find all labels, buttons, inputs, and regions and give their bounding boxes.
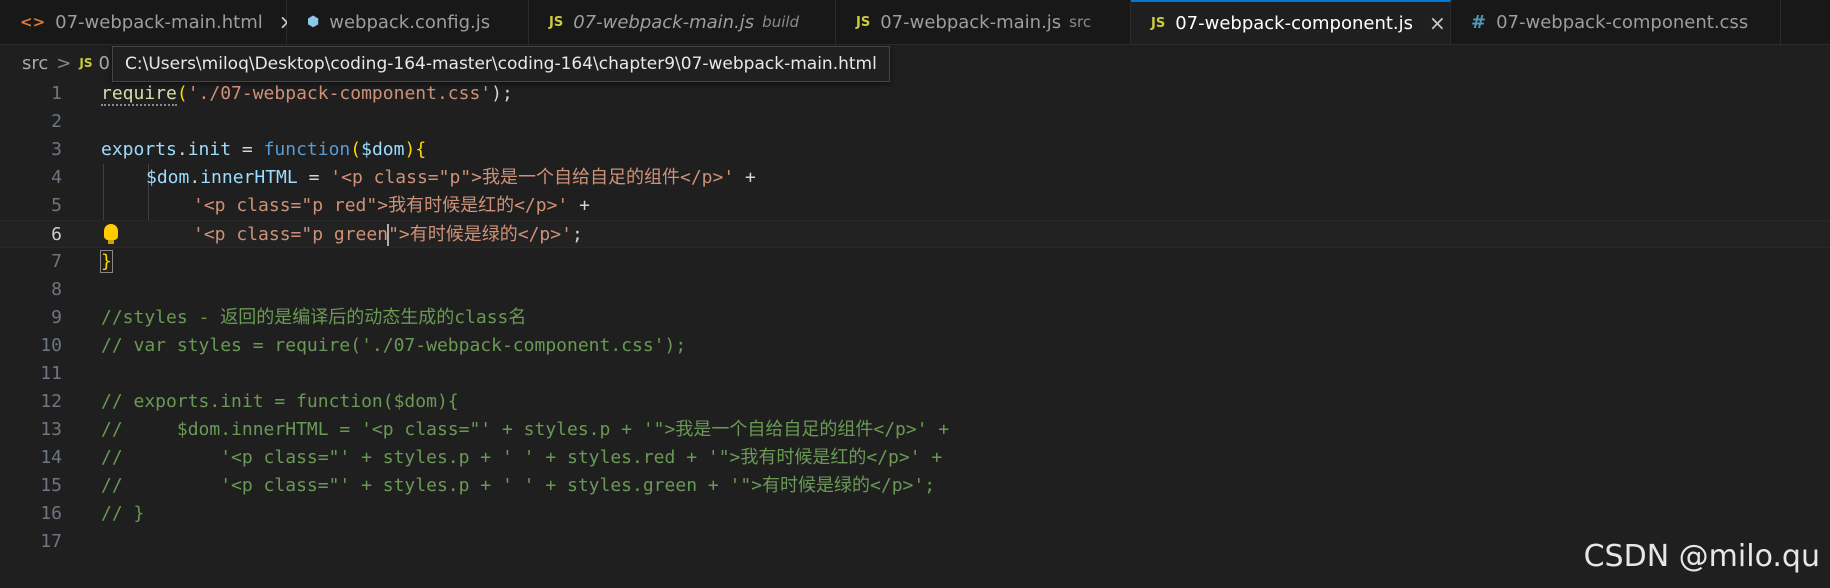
line-number: 9 (51, 307, 62, 328)
code-line: 2 (0, 108, 1830, 136)
js-file-icon: JS (79, 56, 93, 70)
js-file-icon: JS (856, 14, 871, 30)
html-file-icon: <> (20, 13, 46, 31)
code-line: 4 $dom.innerHTML = '<p class="p">我是一个自给自… (0, 164, 1830, 192)
lightbulb-icon[interactable] (104, 224, 118, 244)
tab-label: 07-webpack-main.html (55, 11, 263, 33)
js-file-icon: JS (549, 14, 564, 30)
js-file-icon: JS (1151, 15, 1166, 31)
chevron-right-icon: > (56, 52, 72, 74)
close-icon[interactable]: × (1429, 11, 1446, 35)
code-comment: // } (101, 503, 145, 524)
code-line: 1 require('./07-webpack-component.css'); (0, 80, 1830, 108)
line-number: 7 (51, 251, 62, 272)
line-number: 6 (51, 224, 62, 245)
tab-label: 07-webpack-component.css (1496, 11, 1749, 33)
line-number: 3 (51, 139, 62, 160)
code-line-current: 6 '<p class="p green">有时候是绿的</p>'; (0, 220, 1830, 248)
code-comment: // var styles = require('./07-webpack-co… (101, 335, 687, 356)
tab-07-webpack-component-css[interactable]: # 07-webpack-component.css (1451, 0, 1781, 44)
code-line: 9 //styles - 返回的是编译后的动态生成的class名 (0, 304, 1830, 332)
line-number: 10 (40, 335, 62, 356)
code-comment: // $dom.innerHTML = '<p class="' + style… (101, 419, 950, 440)
breadcrumb-src[interactable]: src (22, 53, 48, 74)
code-line: 12 // exports.init = function($dom){ (0, 388, 1830, 416)
code-line: 3 exports.init = function($dom){ (0, 136, 1830, 164)
tab-07-webpack-main-html[interactable]: <> 07-webpack-main.html × (0, 0, 296, 44)
css-file-icon: # (1471, 11, 1487, 33)
code-comment: // '<p class="' + styles.p + ' ' + style… (101, 447, 943, 468)
code-text: $dom.innerHTML = '<p class="p">我是一个自给自足的… (146, 167, 756, 188)
code-comment: //styles - 返回的是编译后的动态生成的class名 (101, 307, 527, 328)
code-text: exports.init = function($dom){ (101, 139, 427, 160)
code-line: 8 (0, 276, 1830, 304)
line-number: 5 (51, 195, 62, 216)
line-number: 8 (51, 279, 62, 300)
code-comment: // '<p class="' + styles.p + ' ' + style… (101, 475, 936, 496)
code-text: '<p class="p green">有时候是绿的</p>'; (193, 224, 583, 246)
line-number: 1 (51, 83, 62, 104)
code-line: 13 // $dom.innerHTML = '<p class="' + st… (0, 416, 1830, 444)
code-line: 7 } (0, 248, 1830, 276)
code-line: 16 // } (0, 500, 1830, 528)
line-number: 11 (40, 363, 62, 384)
tab-label: 07-webpack-main.js (573, 11, 755, 33)
line-number: 4 (51, 167, 62, 188)
code-text: } (100, 250, 113, 273)
line-number: 17 (40, 531, 62, 552)
tab-label: webpack.config.js (329, 11, 491, 33)
line-number: 14 (40, 447, 62, 468)
line-number: 2 (51, 111, 62, 132)
tab-07-webpack-component-js[interactable]: JS 07-webpack-component.js × (1131, 0, 1451, 44)
tab-label: 07-webpack-component.js (1175, 12, 1414, 34)
line-number: 16 (40, 503, 62, 524)
tab-07-webpack-main-js-src[interactable]: JS 07-webpack-main.js src (836, 0, 1131, 44)
tab-description: src (1069, 13, 1092, 31)
tab-description: build (762, 13, 800, 31)
code-line: 17 (0, 528, 1830, 556)
code-line: 14 // '<p class="' + styles.p + ' ' + st… (0, 444, 1830, 472)
code-line: 10 // var styles = require('./07-webpack… (0, 332, 1830, 360)
code-comment: // exports.init = function($dom){ (101, 391, 459, 412)
line-number: 15 (40, 475, 62, 496)
tab-07-webpack-main-js-build[interactable]: JS 07-webpack-main.js build (529, 0, 836, 44)
code-editor[interactable]: 1 require('./07-webpack-component.css');… (0, 80, 1830, 588)
tab-label: 07-webpack-main.js (880, 11, 1062, 33)
code-line: 5 '<p class="p red">我有时候是红的</p>' + (0, 192, 1830, 220)
code-line: 15 // '<p class="' + styles.p + ' ' + st… (0, 472, 1830, 500)
code-line: 11 (0, 360, 1830, 388)
code-text: require('./07-webpack-component.css'); (101, 83, 513, 106)
code-text: '<p class="p red">我有时候是红的</p>' + (193, 195, 590, 216)
line-number: 12 (40, 391, 62, 412)
path-tooltip: C:\Users\miloq\Desktop\coding-164-master… (112, 46, 890, 82)
editor-tab-bar: <> 07-webpack-main.html × ⬢ webpack.conf… (0, 0, 1830, 45)
line-number: 13 (40, 419, 62, 440)
webpack-config-icon: ⬢ (307, 14, 320, 30)
tab-webpack-config-js[interactable]: ⬢ webpack.config.js (287, 0, 529, 44)
breadcrumb-file[interactable]: 0 (98, 53, 109, 74)
watermark: CSDN @milo.qu (1583, 539, 1820, 574)
